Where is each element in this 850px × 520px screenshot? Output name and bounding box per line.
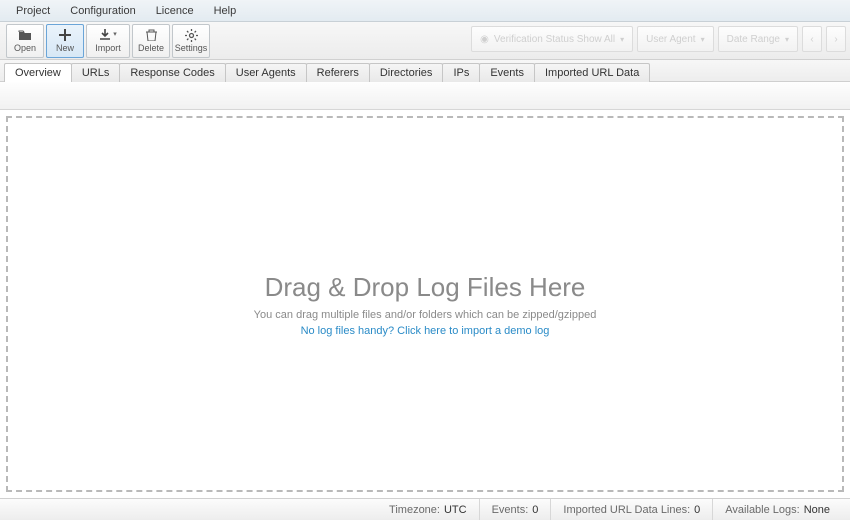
status-timezone-value: UTC — [444, 504, 467, 516]
import-button[interactable]: ▾ Import — [86, 24, 130, 58]
status-available-label: Available Logs: — [725, 504, 799, 516]
tab-overview[interactable]: Overview — [4, 63, 72, 82]
menu-licence[interactable]: Licence — [146, 2, 204, 20]
delete-button[interactable]: Delete — [132, 24, 170, 58]
prev-button[interactable]: ‹ — [802, 26, 822, 52]
dropzone-subtitle: You can drag multiple files and/or folde… — [254, 309, 597, 321]
menu-project[interactable]: Project — [6, 2, 60, 20]
toolbar-filters: ◉ Verification Status Show All ▾ User Ag… — [471, 26, 846, 52]
folder-open-icon — [18, 28, 32, 42]
status-imported: Imported URL Data Lines: 0 — [550, 499, 712, 520]
content-header-strip — [0, 82, 850, 110]
tab-urls[interactable]: URLs — [71, 63, 121, 82]
radio-icon: ◉ — [480, 34, 489, 45]
status-available-logs: Available Logs: None — [712, 499, 842, 520]
open-button[interactable]: Open — [6, 24, 44, 58]
new-label: New — [56, 44, 74, 53]
menu-help[interactable]: Help — [204, 2, 247, 20]
import-label: Import — [95, 44, 121, 53]
import-demo-log-link[interactable]: No log files handy? Click here to import… — [301, 325, 550, 337]
chevron-down-icon: ▾ — [701, 35, 705, 44]
status-events-label: Events: — [492, 504, 529, 516]
new-button[interactable]: New — [46, 24, 84, 58]
status-events-value: 0 — [532, 504, 538, 516]
date-range-filter[interactable]: Date Range ▾ — [718, 26, 798, 52]
next-button[interactable]: › — [826, 26, 846, 52]
main-content: Drag & Drop Log Files Here You can drag … — [0, 110, 850, 498]
delete-label: Delete — [138, 44, 164, 53]
statusbar: Timezone: UTC Events: 0 Imported URL Dat… — [0, 498, 850, 520]
tab-referers[interactable]: Referers — [306, 63, 370, 82]
tab-events[interactable]: Events — [479, 63, 535, 82]
tab-user-agents[interactable]: User Agents — [225, 63, 307, 82]
tab-imported-url-data[interactable]: Imported URL Data — [534, 63, 650, 82]
menu-configuration[interactable]: Configuration — [60, 2, 145, 20]
verification-status-filter[interactable]: ◉ Verification Status Show All ▾ — [471, 26, 633, 52]
settings-button[interactable]: Settings — [172, 24, 210, 58]
chevron-down-icon: ▾ — [785, 35, 789, 44]
tab-directories[interactable]: Directories — [369, 63, 444, 82]
date-range-label: Date Range — [727, 34, 780, 45]
verification-status-label: Verification Status Show All — [494, 34, 615, 45]
status-timezone-label: Timezone: — [389, 504, 440, 516]
open-label: Open — [14, 44, 36, 53]
dropzone[interactable]: Drag & Drop Log Files Here You can drag … — [6, 116, 844, 492]
tabs: Overview URLs Response Codes User Agents… — [0, 60, 850, 82]
plus-icon — [59, 28, 71, 42]
toolbar: Open New ▾ Import Delete Settings ◉ Veri… — [0, 22, 850, 60]
menubar: Project Configuration Licence Help — [0, 0, 850, 22]
chevron-left-icon: ‹ — [810, 34, 813, 45]
status-imported-value: 0 — [694, 504, 700, 516]
user-agent-label: User Agent — [646, 34, 695, 45]
status-imported-label: Imported URL Data Lines: — [563, 504, 690, 516]
tab-ips[interactable]: IPs — [442, 63, 480, 82]
status-available-value: None — [804, 504, 830, 516]
user-agent-filter[interactable]: User Agent ▾ — [637, 26, 714, 52]
download-icon — [99, 28, 111, 42]
gear-icon — [185, 28, 198, 42]
chevron-down-icon: ▾ — [113, 31, 117, 38]
status-events: Events: 0 — [479, 499, 551, 520]
dropzone-title: Drag & Drop Log Files Here — [265, 272, 586, 303]
status-timezone: Timezone: UTC — [377, 499, 479, 520]
chevron-down-icon: ▾ — [620, 35, 624, 44]
tab-response-codes[interactable]: Response Codes — [119, 63, 225, 82]
trash-icon — [146, 28, 157, 42]
settings-label: Settings — [175, 44, 208, 53]
chevron-right-icon: › — [834, 34, 837, 45]
